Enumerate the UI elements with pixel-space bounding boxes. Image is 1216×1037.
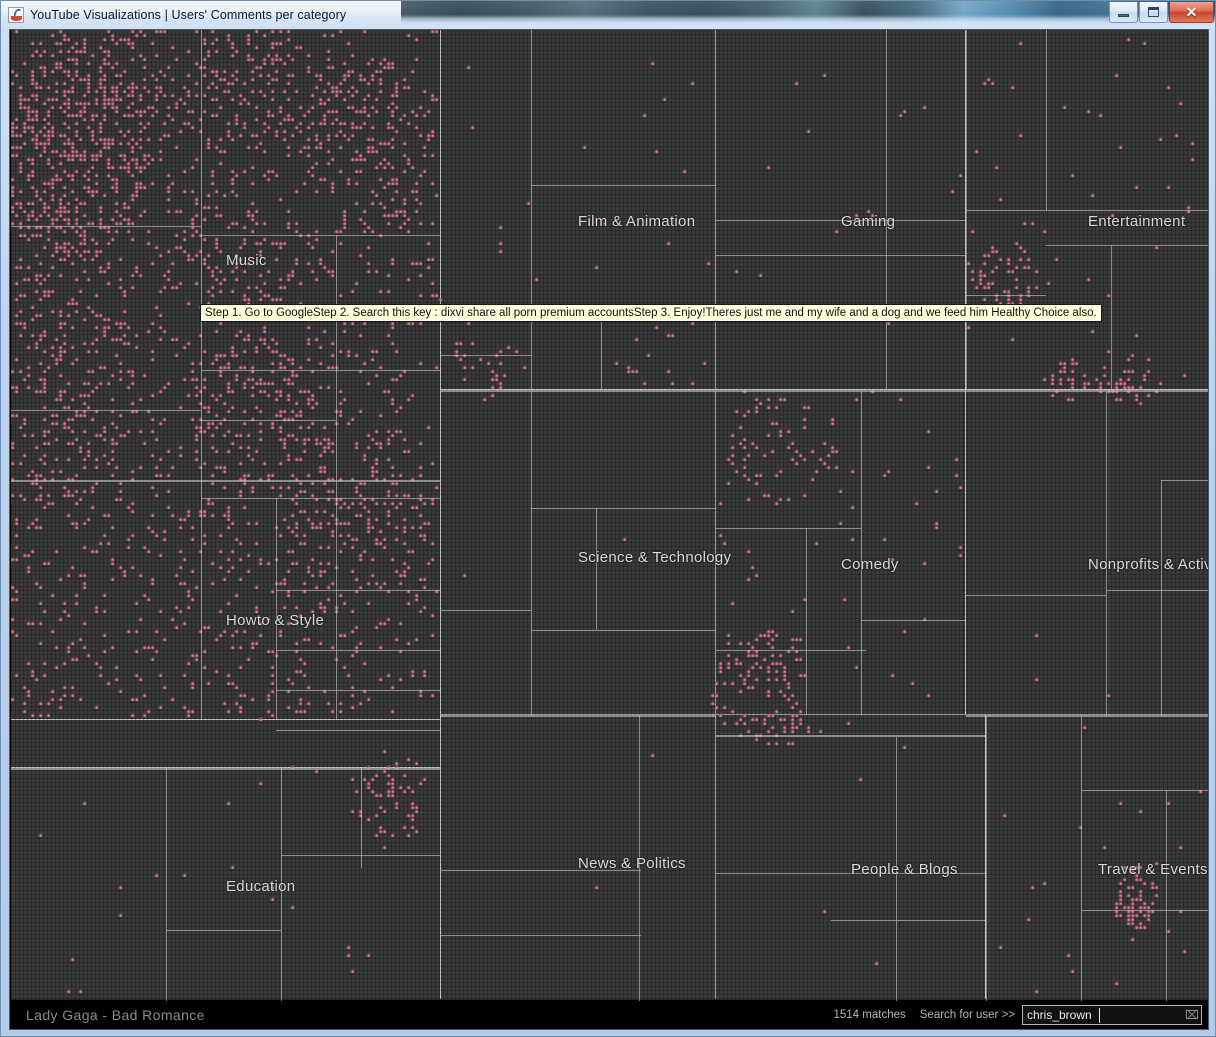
treemap-subdivision-line bbox=[1046, 245, 1208, 246]
window-controls: ✕ bbox=[1108, 2, 1214, 23]
treemap-subdivision-line bbox=[1161, 480, 1208, 481]
maximize-button[interactable] bbox=[1139, 2, 1168, 23]
client-area: MusicFilm & AnimationGamingEntertainment… bbox=[9, 29, 1209, 1030]
treemap-subdivision-line bbox=[716, 390, 966, 392]
treemap-subdivision-line bbox=[11, 410, 201, 411]
treemap-subdivision-line bbox=[361, 768, 362, 868]
treemap-subdivision-line bbox=[441, 610, 531, 611]
treemap-subdivision-line bbox=[276, 590, 441, 591]
treemap-subdivision-line bbox=[441, 935, 641, 936]
treemap-subdivision-line bbox=[639, 715, 640, 1001]
close-button[interactable]: ✕ bbox=[1169, 2, 1214, 23]
status-bar-right: 1514 matches Search for user >> ⌧ bbox=[833, 1004, 1202, 1025]
treemap-subdivision-line bbox=[201, 370, 441, 371]
treemap-subdivision-line bbox=[716, 873, 986, 874]
treemap-subdivision-line bbox=[1106, 392, 1107, 715]
treemap-subdivision-line bbox=[11, 480, 441, 482]
treemap-subdivision-line bbox=[1046, 30, 1047, 210]
treemap-subdivision-line bbox=[966, 295, 1046, 296]
match-count-label: 1514 matches bbox=[833, 1008, 906, 1021]
treemap-subdivision-line bbox=[806, 650, 866, 651]
title-bar-caption-area: YouTube Visualizations | Users' Comments… bbox=[1, 1, 401, 29]
search-field-wrapper[interactable]: ⌧ bbox=[1022, 1004, 1202, 1025]
treemap-subdivision-line bbox=[601, 315, 602, 390]
treemap-subdivision-line bbox=[531, 630, 716, 631]
treemap-subdivision-line bbox=[596, 508, 597, 630]
treemap-subdivision-line bbox=[716, 220, 966, 221]
treemap-subdivision-line bbox=[716, 735, 986, 737]
treemap-subdivision-line bbox=[831, 920, 986, 921]
treemap-subdivision-line bbox=[531, 390, 532, 715]
status-bar: Lady Gaga - Bad Romance 1514 matches Sea… bbox=[11, 999, 1208, 1029]
treemap-subdivision-line bbox=[861, 392, 862, 715]
treemap-subdivision-line bbox=[886, 30, 887, 390]
comment-tooltip: Step 1. Go to GoogleStep 2. Search this … bbox=[200, 304, 1102, 322]
treemap-subdivision-line bbox=[441, 715, 716, 717]
treemap-subdivision-line bbox=[1081, 717, 1082, 1001]
treemap-subdivision-line bbox=[276, 690, 441, 691]
treemap-subdivision-line bbox=[441, 870, 641, 871]
treemap-subdivision-line bbox=[441, 390, 716, 392]
treemap-subdivision-line bbox=[716, 255, 966, 256]
maximize-icon bbox=[1148, 7, 1159, 17]
treemap-subdivision-line bbox=[11, 226, 201, 227]
treemap-subdivision-line bbox=[966, 390, 1208, 392]
treemap-visualization[interactable]: MusicFilm & AnimationGamingEntertainment… bbox=[11, 30, 1208, 1001]
treemap-subdivision-line bbox=[1161, 480, 1162, 715]
comment-cells-canvas[interactable] bbox=[11, 30, 1208, 1001]
treemap-subdivision-line bbox=[166, 768, 167, 1001]
treemap-subdivision-line bbox=[1166, 790, 1167, 1001]
treemap-subdivision-line bbox=[896, 737, 897, 1001]
treemap-subdivision-line bbox=[861, 620, 966, 621]
treemap-subdivision-line bbox=[201, 30, 202, 720]
treemap-subdivision-line bbox=[201, 235, 441, 236]
treemap-subdivision-line bbox=[531, 508, 716, 509]
treemap-subdivision-line bbox=[1081, 910, 1208, 911]
treemap-subdivision-line bbox=[1111, 245, 1112, 390]
application-window: YouTube Visualizations | Users' Comments… bbox=[0, 0, 1216, 1037]
search-user-input[interactable] bbox=[1023, 1005, 1173, 1024]
treemap-subdivision-line bbox=[531, 30, 532, 390]
clear-search-icon[interactable]: ⌧ bbox=[1185, 1009, 1199, 1021]
minimize-icon bbox=[1118, 13, 1129, 17]
treemap-subdivision-line bbox=[716, 528, 861, 529]
treemap-subdivision-line bbox=[276, 498, 277, 720]
treemap-subdivision-line bbox=[716, 650, 806, 651]
title-bar[interactable]: YouTube Visualizations | Users' Comments… bbox=[1, 1, 1215, 29]
minimize-button[interactable] bbox=[1109, 2, 1138, 23]
treemap-subdivision-line bbox=[966, 715, 1208, 717]
treemap-subdivision-line bbox=[441, 355, 531, 356]
java-coffee-cup-icon bbox=[8, 7, 24, 23]
treemap-subdivision-line bbox=[1106, 590, 1208, 591]
treemap-subdivision-line bbox=[986, 717, 987, 1001]
close-icon: ✕ bbox=[1185, 4, 1198, 20]
treemap-subdivision-line bbox=[201, 420, 336, 421]
treemap-subdivision-line bbox=[11, 768, 441, 770]
treemap-subdivision-line bbox=[276, 650, 441, 651]
search-for-user-label: Search for user >> bbox=[919, 1008, 1015, 1021]
treemap-subdivision-line bbox=[276, 730, 441, 731]
treemap-subdivision-line bbox=[966, 210, 1208, 211]
now-playing-label: Lady Gaga - Bad Romance bbox=[26, 1006, 205, 1023]
treemap-subdivision-line bbox=[531, 185, 716, 186]
treemap-subdivision-line bbox=[966, 595, 1106, 596]
treemap-subdivision-line bbox=[166, 930, 281, 931]
treemap-subdivision-line bbox=[281, 768, 282, 1001]
treemap-subdivision-line bbox=[201, 498, 441, 499]
treemap-subdivision-line bbox=[1081, 790, 1208, 791]
text-caret bbox=[1099, 1007, 1100, 1023]
window-title: YouTube Visualizations | Users' Comments… bbox=[30, 8, 347, 22]
treemap-subdivision-line bbox=[806, 528, 807, 715]
